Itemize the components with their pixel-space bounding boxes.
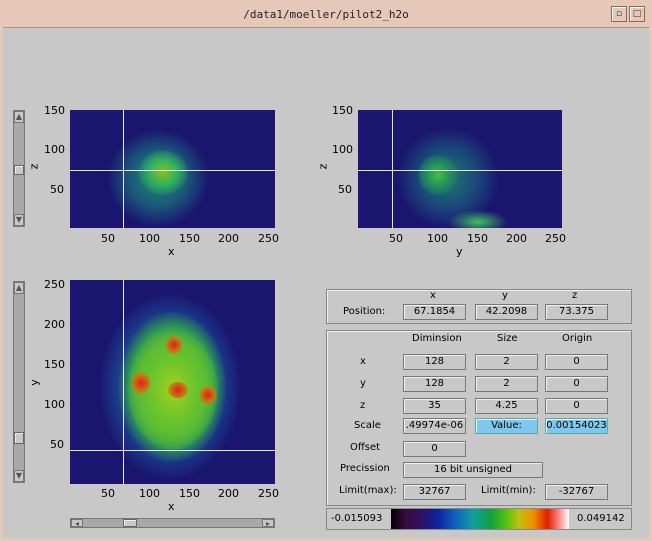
limit-max-field[interactable]: 32767 <box>403 484 466 500</box>
origin-x-field[interactable]: 0 <box>545 354 608 370</box>
colorbar-max-label: 0.049142 <box>577 513 625 524</box>
dimension-z-field[interactable]: 35 <box>403 398 466 414</box>
ytick: 150 <box>44 104 65 117</box>
xtick: 250 <box>258 487 279 500</box>
xtick: 100 <box>139 487 160 500</box>
precision-field[interactable]: 16 bit unsigned <box>403 462 543 478</box>
ytick: 150 <box>332 104 353 117</box>
xtick: 50 <box>101 232 115 245</box>
xtick: 250 <box>545 232 566 245</box>
y-axis-label: y <box>27 379 41 386</box>
maximize-icon[interactable]: □ <box>629 6 645 22</box>
origin-y-field[interactable]: 0 <box>545 376 608 392</box>
y-axis-label: z <box>27 163 41 170</box>
size-y-field[interactable]: 2 <box>475 376 538 392</box>
xtick: 200 <box>218 487 239 500</box>
origin-header: Origin <box>562 333 593 344</box>
crosshair-horizontal <box>70 450 275 451</box>
scroll-thumb[interactable] <box>14 165 24 175</box>
ytick: 100 <box>44 398 65 411</box>
xtick: 100 <box>139 232 160 245</box>
xy-vertical-scrollbar[interactable]: ▲ ▼ <box>13 281 25 483</box>
x-axis-label: x <box>168 500 175 513</box>
x-axis-label: x <box>168 245 175 258</box>
scroll-left-icon[interactable]: ◂ <box>71 519 83 528</box>
limit-min-field[interactable]: -32767 <box>545 484 608 500</box>
precision-label: Precission <box>340 463 390 474</box>
xy-horizontal-scrollbar[interactable]: ◂ ▸ <box>70 518 275 528</box>
crosshair-vertical <box>123 280 124 484</box>
scroll-up-icon[interactable]: ▲ <box>14 111 24 123</box>
scroll-down-icon[interactable]: ▼ <box>14 214 24 226</box>
crosshair-vertical <box>392 110 393 228</box>
scroll-up-icon[interactable]: ▲ <box>14 282 24 294</box>
title-bar[interactable]: /data1/moeller/pilot2_h2o ▫ □ <box>3 3 649 28</box>
xtick: 150 <box>179 487 200 500</box>
crosshair-horizontal <box>70 170 275 171</box>
xtick: 250 <box>258 232 279 245</box>
xtick: 50 <box>101 487 115 500</box>
position-header-x: x <box>430 290 436 301</box>
xtick: 100 <box>427 232 448 245</box>
size-x-field[interactable]: 2 <box>475 354 538 370</box>
scroll-down-icon[interactable]: ▼ <box>14 470 24 482</box>
yz-slice-plot[interactable] <box>358 110 562 228</box>
row-label-z: z <box>360 400 366 411</box>
xtick: 50 <box>389 232 403 245</box>
xy-slice-plot[interactable] <box>70 280 275 484</box>
position-header-y: y <box>502 290 508 301</box>
xtick: 200 <box>506 232 527 245</box>
colorbar <box>391 509 569 529</box>
dimension-x-field[interactable]: 128 <box>403 354 466 370</box>
position-header-z: z <box>572 290 578 301</box>
value-label-box: Value: <box>475 418 538 434</box>
crosshair-vertical <box>123 110 124 228</box>
offset-label: Offset <box>350 442 381 453</box>
size-z-field[interactable]: 4.25 <box>475 398 538 414</box>
origin-z-field[interactable]: 0 <box>545 398 608 414</box>
limit-min-label: Limit(min): <box>481 485 536 496</box>
scroll-right-icon[interactable]: ▸ <box>262 519 274 528</box>
row-label-y: y <box>360 378 366 389</box>
x-axis-label: y <box>456 245 463 258</box>
scale-field[interactable]: .49974e-06 <box>403 418 466 434</box>
dimension-y-field[interactable]: 128 <box>403 376 466 392</box>
ytick: 50 <box>50 183 64 196</box>
position-y-field[interactable]: 42.2098 <box>475 304 538 320</box>
crosshair-horizontal <box>358 170 562 171</box>
position-label: Position: <box>343 306 386 317</box>
xtick: 200 <box>218 232 239 245</box>
scroll-thumb[interactable] <box>14 432 24 444</box>
value-field[interactable]: 0.00154023 <box>545 418 608 434</box>
ytick: 150 <box>44 358 65 371</box>
ytick: 250 <box>44 278 65 291</box>
xtick: 150 <box>467 232 488 245</box>
size-header: Size <box>497 333 518 344</box>
scroll-thumb[interactable] <box>123 519 137 527</box>
xz-vertical-scrollbar[interactable]: ▲ ▼ <box>13 110 25 227</box>
ytick: 50 <box>338 183 352 196</box>
position-x-field[interactable]: 67.1854 <box>403 304 466 320</box>
ytick: 50 <box>50 438 64 451</box>
ytick: 100 <box>44 143 65 156</box>
xtick: 150 <box>179 232 200 245</box>
position-z-field[interactable]: 73.375 <box>545 304 608 320</box>
offset-field[interactable]: 0 <box>403 441 466 457</box>
minimize-icon[interactable]: ▫ <box>611 6 627 22</box>
ytick: 200 <box>44 318 65 331</box>
colorbar-min-label: -0.015093 <box>331 513 383 524</box>
xz-slice-plot[interactable] <box>70 110 275 228</box>
dimension-header: Diminsion <box>412 333 462 344</box>
window-title: /data1/moeller/pilot2_h2o <box>243 8 409 21</box>
row-label-x: x <box>360 356 366 367</box>
y-axis-label: z <box>316 163 330 170</box>
limit-max-label: Limit(max): <box>339 485 397 496</box>
scale-label: Scale <box>354 420 381 431</box>
ytick: 100 <box>332 143 353 156</box>
